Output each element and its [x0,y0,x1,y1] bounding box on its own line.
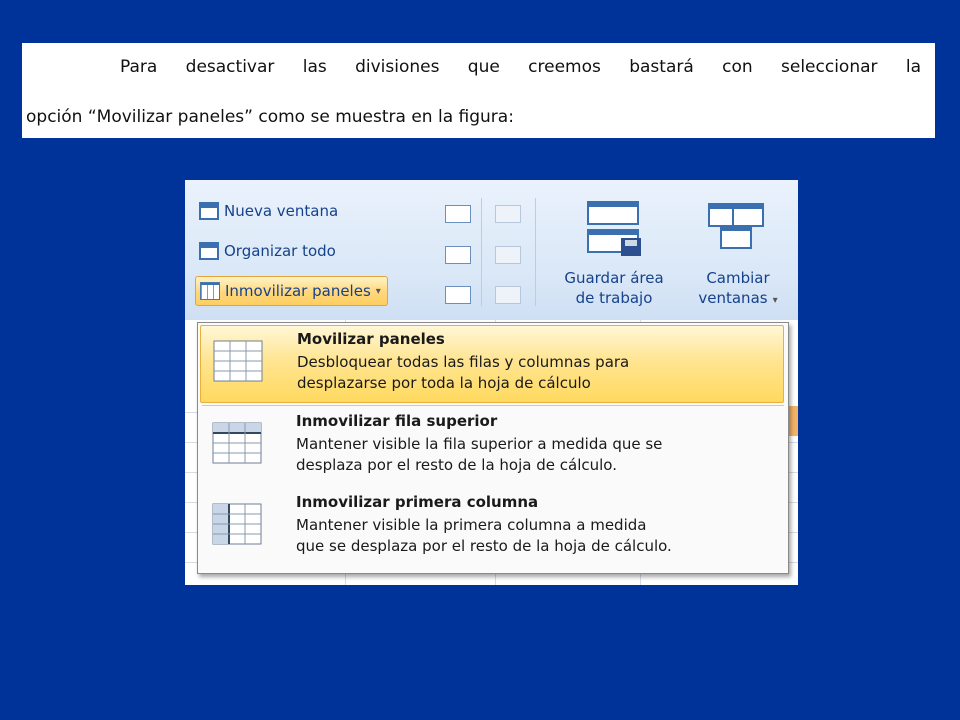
new-window-icon [199,202,219,220]
unhide-window-icon[interactable] [445,286,471,304]
save-workspace-label-1: Guardar área [564,269,664,287]
reset-window-position-icon [495,286,521,304]
freeze-panes-label: Inmovilizar paneles [225,282,371,300]
new-window-label: Nueva ventana [224,202,339,220]
freeze-panes-icon [200,282,220,300]
instruction-line-2: opción “Movilizar paneles” como se muest… [26,107,514,127]
menu-item-unfreeze-panes[interactable]: Movilizar paneles Desbloquear todas las … [200,325,784,403]
arrange-all-button[interactable]: Organizar todo [199,242,336,260]
unfreeze-panes-icon [213,340,263,382]
menu-item-desc-line-1: Desbloquear todas las filas y columnas p… [297,353,630,371]
menu-item-desc-line-1: Mantener visible la primera columna a me… [296,516,647,534]
instruction-line-1: Para desactivar las divisiones que creem… [120,57,921,77]
menu-item-freeze-top-row[interactable]: Inmovilizar fila superior Mantener visib… [200,408,784,486]
divider [481,198,482,306]
excel-screenshot: Nueva ventana Organizar todo Inmovilizar… [185,180,798,585]
menu-item-desc-line-2: que se desplaza por el resto de la hoja … [296,537,672,555]
split-icon[interactable] [445,205,471,223]
divider [535,198,536,306]
chevron-down-icon: ▾ [772,295,778,306]
menu-item-title: Movilizar paneles [297,330,445,348]
switch-windows-label-1: Cambiar [706,269,770,287]
freeze-panes-dropdown-menu: Movilizar paneles Desbloquear todas las … [197,322,789,574]
menu-separator [202,405,784,406]
freeze-first-column-icon [212,503,262,545]
save-workspace-label-2: de trabajo [575,289,653,307]
new-window-button[interactable]: Nueva ventana [199,202,338,220]
arrange-all-icon [199,242,219,260]
arrange-all-label: Organizar todo [224,242,336,260]
chevron-down-icon: ▾ [375,285,381,297]
ribbon-window-group: Nueva ventana Organizar todo Inmovilizar… [185,180,798,321]
save-workspace-icon [587,201,641,256]
switch-windows-icon [708,203,764,249]
switch-windows-label-2: ventanas [698,289,768,307]
synchronous-scrolling-icon [495,246,521,264]
menu-item-title: Inmovilizar primera columna [296,493,539,511]
freeze-top-row-icon [212,422,262,464]
menu-item-desc-line-2: desplazarse por toda la hoja de cálculo [297,374,591,392]
instruction-text-box: Para desactivar las divisiones que creem… [22,43,935,138]
menu-item-desc-line-1: Mantener visible la fila superior a medi… [296,435,663,453]
menu-item-description: Mantener visible la primera columna a me… [296,515,672,557]
menu-item-title: Inmovilizar fila superior [296,412,498,430]
menu-item-description: Mantener visible la fila superior a medi… [296,434,662,476]
menu-item-description: Desbloquear todas las filas y columnas p… [297,352,629,394]
freeze-panes-button[interactable]: Inmovilizar paneles ▾ [195,276,388,306]
menu-item-freeze-first-column[interactable]: Inmovilizar primera columna Mantener vis… [200,489,784,567]
hide-window-icon[interactable] [445,246,471,264]
view-side-by-side-icon [495,205,521,223]
menu-item-desc-line-2: desplaza por el resto de la hoja de cálc… [296,456,617,474]
